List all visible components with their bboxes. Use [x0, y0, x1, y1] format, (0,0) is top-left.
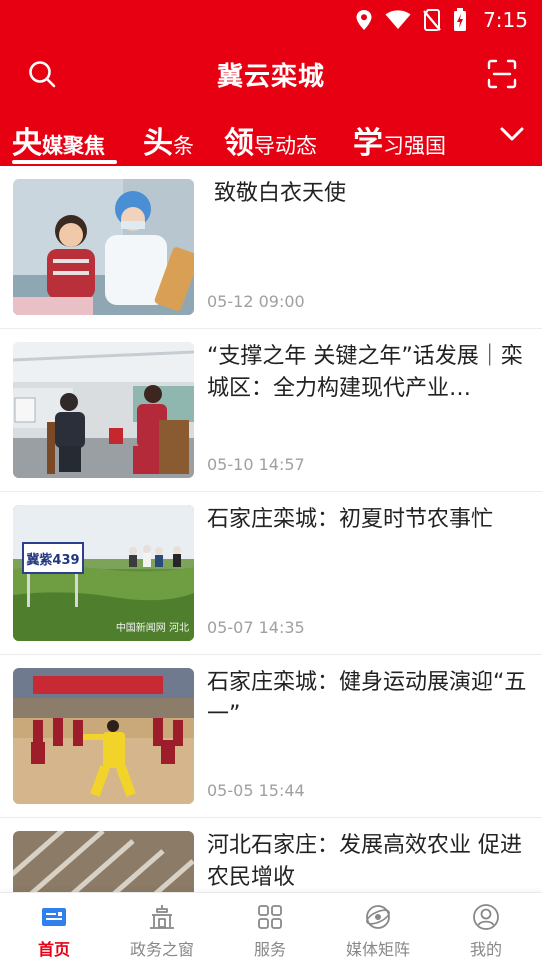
active-tab-indicator [12, 160, 117, 164]
tab-headlines[interactable]: 头条 [143, 118, 194, 162]
news-title: 致敬白衣天使 [214, 181, 347, 206]
wifi-icon [385, 10, 411, 29]
tab-leadership[interactable]: 领导动态 [224, 118, 317, 162]
news-time: 05-05 15:44 [207, 781, 305, 800]
app-title: 冀云栾城 [216, 62, 325, 92]
news-item[interactable]: 冀紫439 中国新闻网 河北 石家庄栾城：初夏时节农事忙 05-07 14:35 [0, 492, 542, 655]
tab-xuexi[interactable]: 学习强国 [353, 118, 446, 162]
battery-icon [454, 8, 467, 31]
sign-text: 冀紫439 [26, 552, 79, 568]
status-bar: 7:15 [0, 0, 542, 40]
home-icon [42, 908, 66, 926]
news-thumbnail [13, 179, 194, 315]
nav-media-matrix[interactable]: 媒体矩阵 [324, 893, 432, 966]
news-thumbnail [13, 342, 194, 478]
news-title: 石家庄栾城：初夏时节农事忙 [207, 507, 494, 532]
tab-central-media[interactable]: 央媒聚焦 [12, 118, 105, 162]
grid-icon [258, 905, 282, 929]
news-time: 05-07 14:35 [207, 618, 305, 637]
government-icon [150, 905, 174, 929]
category-tabs: 央媒聚焦 头条 领导动态 学习强国 [0, 110, 542, 166]
status-time: 7:15 [483, 8, 528, 32]
news-thumbnail [13, 831, 194, 892]
news-item[interactable]: 致敬白衣天使 05-12 09:00 [0, 166, 542, 329]
bottom-nav: 首页 政务之窗 服务 媒体矩阵 我的 [0, 892, 542, 966]
top-bar: 7:15 冀云栾城 央媒聚焦 头条 领导动态 学习强国 [0, 0, 542, 166]
nav-profile[interactable]: 我的 [432, 893, 540, 966]
news-item[interactable]: 河北石家庄：发展高效农业 促进农民增收 [0, 818, 542, 892]
profile-icon [473, 904, 499, 930]
chevron-down-icon[interactable] [496, 118, 528, 150]
nav-government[interactable]: 政务之窗 [108, 893, 216, 966]
nav-home[interactable]: 首页 [0, 893, 108, 966]
news-title: “支撑之年 关键之年”话发展｜栾城区：全力构建现代产业… [207, 344, 523, 401]
news-item[interactable]: 石家庄栾城：健身运动展演迎“五一” 05-05 15:44 [0, 655, 542, 818]
news-title: 河北石家庄：发展高效农业 促进农民增收 [207, 833, 522, 890]
news-thumbnail [13, 668, 194, 804]
news-time: 05-12 09:00 [207, 292, 305, 311]
app-header: 冀云栾城 [0, 44, 542, 100]
globe-icon [366, 905, 390, 929]
location-icon [356, 10, 372, 30]
news-time: 05-10 14:57 [207, 455, 305, 474]
news-feed: 致敬白衣天使 05-12 09:00 “支撑之年 关键之年”话发展｜栾城区：全力… [0, 166, 542, 892]
no-sim-icon [423, 9, 441, 31]
nav-services[interactable]: 服务 [216, 893, 324, 966]
news-title: 石家庄栾城：健身运动展演迎“五一” [207, 670, 527, 727]
scan-icon[interactable] [486, 58, 518, 90]
news-thumbnail: 冀紫439 中国新闻网 河北 [13, 505, 194, 641]
watermark-text: 中国新闻网 河北 [116, 621, 189, 634]
news-item[interactable]: “支撑之年 关键之年”话发展｜栾城区：全力构建现代产业… 05-10 14:57 [0, 329, 542, 492]
